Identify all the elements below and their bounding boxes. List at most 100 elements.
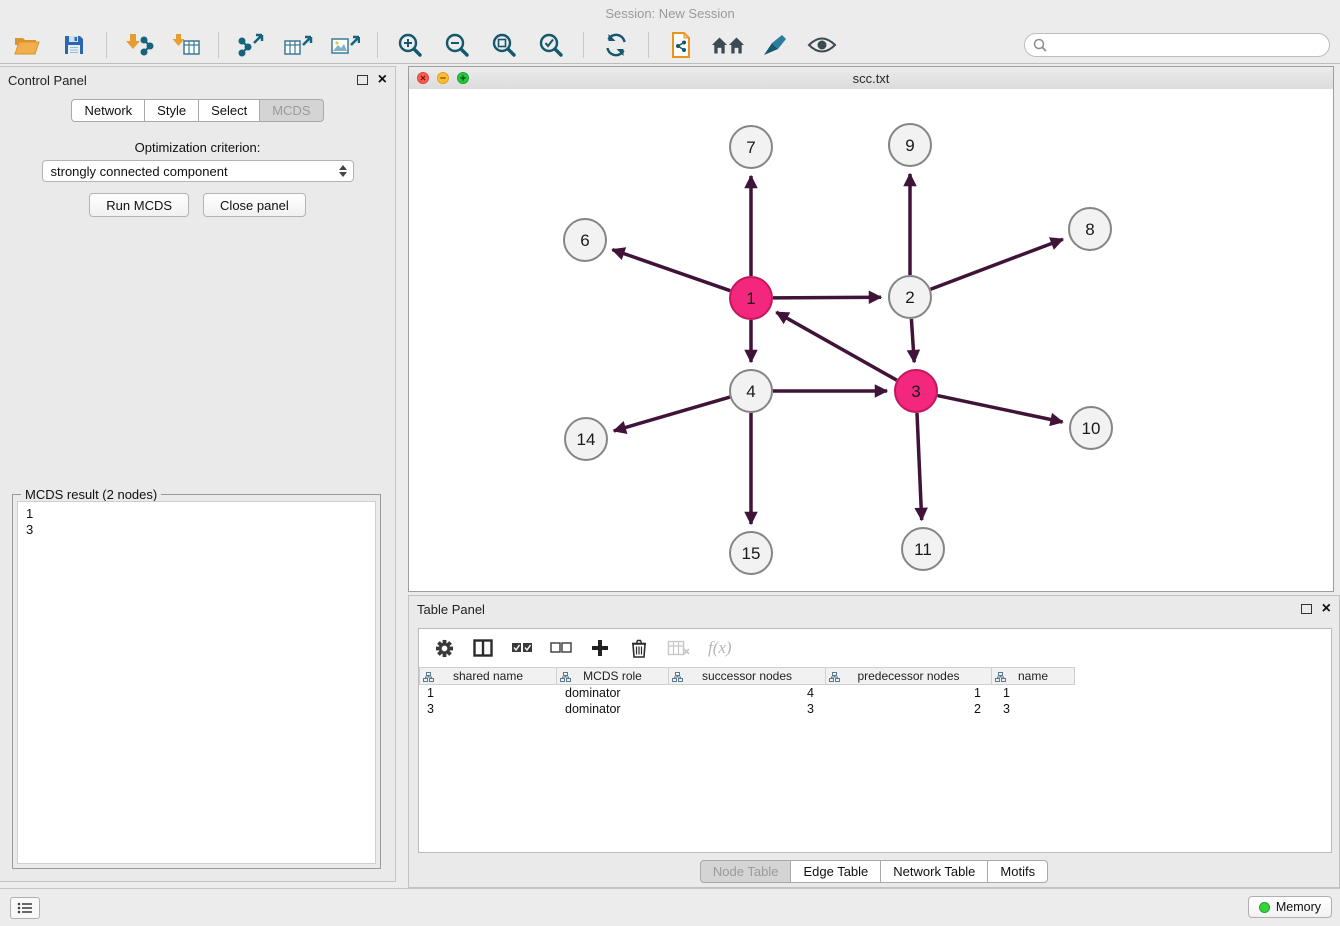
export-table-icon[interactable]: [281, 30, 315, 60]
tab-style[interactable]: Style: [144, 99, 199, 122]
delete-row-icon[interactable]: [628, 635, 650, 661]
export-image-icon[interactable]: [328, 30, 362, 60]
graph-node-2[interactable]: 2: [889, 276, 931, 318]
zoom-selected-icon[interactable]: [534, 30, 568, 60]
deselect-all-icon[interactable]: [550, 635, 572, 661]
graph-node-3[interactable]: 3: [895, 370, 937, 412]
graph-node-7[interactable]: 7: [730, 126, 772, 168]
network-view-window: scc.txt 7 9 6 8 1 2 4 3 14 10 15 11: [408, 66, 1334, 592]
close-panel-icon[interactable]: ×: [378, 72, 387, 88]
minimize-window-icon[interactable]: [437, 72, 449, 84]
table-settings-icon[interactable]: [433, 635, 455, 661]
home-icon[interactable]: [711, 30, 745, 60]
zoom-in-icon[interactable]: [393, 30, 427, 60]
graph-node-10[interactable]: 10: [1070, 407, 1112, 449]
memory-button[interactable]: Memory: [1248, 896, 1332, 918]
cell-mcds-role[interactable]: dominator: [557, 701, 670, 717]
close-table-panel-icon[interactable]: ×: [1322, 601, 1331, 617]
criterion-dropdown[interactable]: strongly connected component: [42, 160, 354, 182]
column-tree-icon: [560, 672, 571, 682]
apply-style-icon[interactable]: [758, 30, 792, 60]
svg-text:2: 2: [905, 288, 914, 307]
column-header-name[interactable]: name: [991, 667, 1075, 685]
cell-mcds-role[interactable]: dominator: [557, 685, 670, 701]
svg-text:11: 11: [914, 540, 932, 559]
column-header-shared-name[interactable]: shared name: [419, 667, 557, 685]
tab-network-table[interactable]: Network Table: [880, 860, 988, 883]
cell-predecessor-nodes[interactable]: 1: [828, 685, 995, 701]
copy-network-icon[interactable]: [664, 30, 698, 60]
graph-node-11[interactable]: 11: [902, 528, 944, 570]
select-all-icon[interactable]: [511, 635, 533, 661]
cell-predecessor-nodes[interactable]: 2: [828, 701, 995, 717]
delete-table-icon: [667, 635, 691, 661]
graph-node-9[interactable]: 9: [889, 124, 931, 166]
search-box[interactable]: [1024, 33, 1330, 57]
table-panel-title: Table Panel: [417, 602, 485, 617]
column-tree-icon: [423, 672, 434, 682]
tab-mcds[interactable]: MCDS: [259, 99, 323, 122]
network-window-titlebar[interactable]: scc.txt: [409, 67, 1333, 90]
tab-motifs[interactable]: Motifs: [987, 860, 1048, 883]
tab-edge-table[interactable]: Edge Table: [790, 860, 881, 883]
cell-name[interactable]: 1: [995, 685, 1079, 701]
graph-edge-1-2[interactable]: [773, 297, 881, 298]
zoom-window-icon[interactable]: [457, 72, 469, 84]
task-history-button[interactable]: [10, 897, 40, 919]
network-window-title: scc.txt: [409, 67, 1333, 89]
column-header-mcds-role[interactable]: MCDS role: [556, 667, 669, 685]
tab-select[interactable]: Select: [198, 99, 260, 122]
graph-edge-1-6[interactable]: [612, 250, 730, 291]
cell-successor-nodes[interactable]: 4: [670, 685, 828, 701]
graph-node-15[interactable]: 15: [730, 532, 772, 574]
import-table-icon[interactable]: [169, 30, 203, 60]
mcds-result-group: MCDS result (2 nodes) 1 3: [12, 494, 381, 869]
graph-node-6[interactable]: 6: [564, 219, 606, 261]
float-table-panel-icon[interactable]: [1301, 604, 1312, 614]
graph-edge-2-8[interactable]: [931, 239, 1063, 289]
column-header-predecessor-nodes[interactable]: predecessor nodes: [825, 667, 992, 685]
table-panel-header: Table Panel ×: [409, 596, 1339, 622]
graph-edge-2-3[interactable]: [911, 319, 914, 362]
column-tree-icon: [672, 672, 683, 682]
tab-network[interactable]: Network: [71, 99, 145, 122]
graph-node-4[interactable]: 4: [730, 370, 772, 412]
search-input[interactable]: [1052, 36, 1321, 53]
graph-edge-3-11[interactable]: [917, 413, 922, 520]
table-panel: Table Panel ×: [408, 595, 1340, 888]
graph-edge-4-14[interactable]: [614, 397, 730, 431]
table-row: 3 dominator 3 2 3: [419, 701, 1331, 717]
float-panel-icon[interactable]: [357, 75, 368, 85]
graph-edge-3-10[interactable]: [938, 396, 1063, 422]
zoom-fit-icon[interactable]: [487, 30, 521, 60]
apply-layout-icon[interactable]: [599, 30, 633, 60]
svg-text:8: 8: [1085, 220, 1094, 239]
column-header-successor-nodes[interactable]: successor nodes: [668, 667, 826, 685]
tab-node-table[interactable]: Node Table: [700, 860, 792, 883]
graph-node-1[interactable]: 1: [730, 277, 772, 319]
toolbar-separator: [218, 32, 219, 58]
graph-node-14[interactable]: 14: [565, 418, 607, 460]
network-canvas[interactable]: 7 9 6 8 1 2 4 3 14 10 15 11: [409, 89, 1333, 591]
show-columns-icon[interactable]: [472, 635, 494, 661]
export-network-icon[interactable]: [234, 30, 268, 60]
close-window-icon[interactable]: [417, 72, 429, 84]
zoom-out-icon[interactable]: [440, 30, 474, 60]
memory-button-label: Memory: [1276, 900, 1321, 914]
main-toolbar: [0, 26, 1340, 64]
show-hide-panel-icon[interactable]: [805, 30, 839, 60]
open-session-icon[interactable]: [10, 30, 44, 60]
graph-edge-3-1[interactable]: [776, 312, 897, 380]
run-mcds-button[interactable]: Run MCDS: [89, 193, 189, 217]
save-session-icon[interactable]: [57, 30, 91, 60]
cell-shared-name[interactable]: 3: [419, 701, 557, 717]
graph-node-8[interactable]: 8: [1069, 208, 1111, 250]
add-row-icon[interactable]: [589, 635, 611, 661]
import-network-icon[interactable]: [122, 30, 156, 60]
cell-successor-nodes[interactable]: 3: [670, 701, 828, 717]
close-panel-button[interactable]: Close panel: [203, 193, 306, 217]
cell-shared-name[interactable]: 1: [419, 685, 557, 701]
toolbar-separator: [648, 32, 649, 58]
criterion-dropdown-value: strongly connected component: [51, 164, 228, 179]
cell-name[interactable]: 3: [995, 701, 1079, 717]
